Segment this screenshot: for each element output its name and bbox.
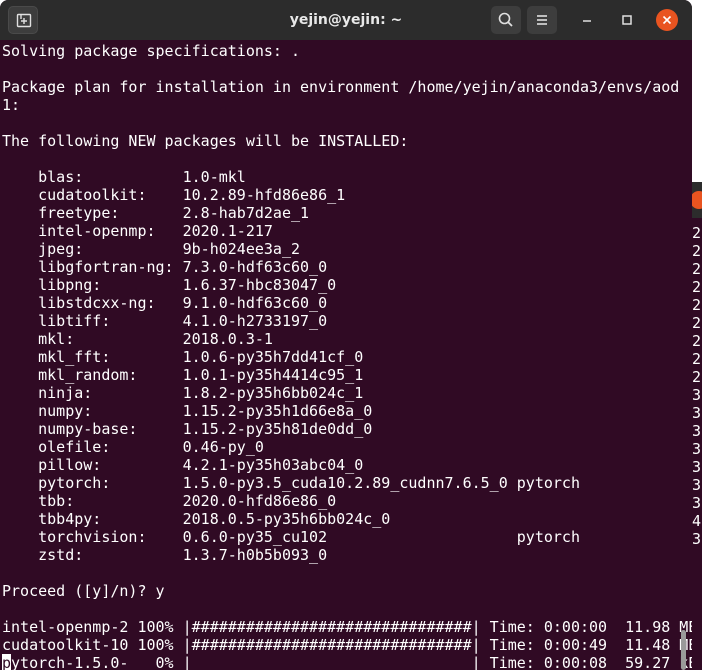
background-terminal-char: 4 xyxy=(692,512,702,530)
terminal-line: jpeg: 9b-h024ee3a_2 xyxy=(2,240,301,258)
terminal-window[interactable]: yejin@yejin: ~ Solving package specifica… xyxy=(0,0,692,670)
close-button[interactable] xyxy=(656,9,678,31)
terminal-line: intel-openmp-2 100% |###################… xyxy=(2,618,692,636)
terminal-cursor: p xyxy=(2,654,12,670)
terminal-line: mkl_fft: 1.0.6-py35h7dd41cf_0 xyxy=(2,348,364,366)
close-icon xyxy=(662,15,672,25)
terminal-line: olefile: 0.46-py_0 xyxy=(2,438,264,456)
background-terminal-char: 2 xyxy=(692,278,702,296)
terminal-line: libgfortran-ng: 7.3.0-hdf63c60_0 xyxy=(2,258,328,276)
minimize-icon xyxy=(583,20,591,22)
terminal-line: Proceed ([y]/n)? y xyxy=(2,582,165,600)
terminal-line: libpng: 1.6.37-hbc83047_0 xyxy=(2,276,337,294)
menu-button[interactable] xyxy=(527,6,557,34)
background-terminal-char: 3 xyxy=(692,530,702,548)
background-terminal-char: 2 xyxy=(692,260,702,278)
background-terminal-char: 3 xyxy=(692,440,702,458)
scrollbar-thumb[interactable] xyxy=(681,630,686,670)
terminal-line: 1: xyxy=(2,96,21,114)
terminal-line: cudatoolkit: 10.2.89-hfd86e86_1 xyxy=(2,186,346,204)
background-close-icon xyxy=(692,191,702,209)
background-terminal-char: 3 xyxy=(692,458,702,476)
terminal-line: Solving package specifications: . xyxy=(2,42,301,60)
background-terminal-char: 3 xyxy=(692,476,702,494)
terminal-line: numpy-base: 1.15.2-py35h81de0dd_0 xyxy=(2,420,373,438)
terminal-line: pytorch: 1.5.0-py3.5_cuda10.2.89_cudnn7.… xyxy=(2,474,580,492)
maximize-button[interactable] xyxy=(612,6,642,34)
terminal-line: ninja: 1.8.2-py35h6bb024c_1 xyxy=(2,384,364,402)
terminal-line: freetype: 2.8-hab7d2ae_1 xyxy=(2,204,310,222)
terminal-line: libstdcxx-ng: 9.1.0-hdf63c60_0 xyxy=(2,294,328,312)
background-terminal-window[interactable]: 222222222333333343 xyxy=(692,182,702,670)
terminal-line: Package plan for installation in environ… xyxy=(2,78,680,96)
terminal-line: tbb: 2020.0-hfd86e86_0 xyxy=(2,492,337,510)
terminal-line: libtiff: 4.1.0-h2733197_0 xyxy=(2,312,328,330)
progress-line-text: ytorch-1.5.0- 0% | | Time: 0:00:08 59.27… xyxy=(11,654,692,670)
background-title-bar xyxy=(692,182,702,218)
terminal-line: mkl_random: 1.0.1-py35h4414c95_1 xyxy=(2,366,364,384)
background-terminal-char: 3 xyxy=(692,494,702,512)
background-terminal-char: 2 xyxy=(692,332,702,350)
terminal-line: cudatoolkit-10 100% |###################… xyxy=(2,636,692,654)
background-terminal-char: 2 xyxy=(692,242,702,260)
background-terminal-char: 3 xyxy=(692,404,702,422)
terminal-line: intel-openmp: 2020.1-217 xyxy=(2,222,273,240)
background-terminal-char: 2 xyxy=(692,350,702,368)
hamburger-menu-icon xyxy=(537,15,547,25)
terminal-line: pillow: 4.2.1-py35h03abc04_0 xyxy=(2,456,364,474)
background-terminal-char: 2 xyxy=(692,314,702,332)
background-terminal-char: 3 xyxy=(692,422,702,440)
terminal-output[interactable]: Solving package specifications: . Package… xyxy=(2,42,692,670)
terminal-line-progress: pytorch-1.5.0- 0% | | Time: 0:00:08 59.2… xyxy=(2,654,692,670)
search-icon xyxy=(498,12,513,27)
terminal-line: zstd: 1.3.7-h0b5b093_0 xyxy=(2,546,328,564)
background-terminal-char: 3 xyxy=(692,386,702,404)
terminal-line: torchvision: 0.6.0-py35_cu102 pytorch xyxy=(2,528,580,546)
terminal-line: The following NEW packages will be INSTA… xyxy=(2,132,409,150)
terminal-line: blas: 1.0-mkl xyxy=(2,168,246,186)
title-bar[interactable]: yejin@yejin: ~ xyxy=(0,0,692,40)
background-terminal-char: 2 xyxy=(692,224,702,242)
maximize-icon xyxy=(622,15,632,25)
terminal-line: numpy: 1.15.2-py35h1d66e8a_0 xyxy=(2,402,373,420)
minimize-button[interactable] xyxy=(572,6,602,34)
terminal-line: mkl: 2018.0.3-1 xyxy=(2,330,273,348)
search-button[interactable] xyxy=(491,6,521,34)
background-terminal-char: 2 xyxy=(692,368,702,386)
background-terminal-text: 222222222333333343 xyxy=(692,224,701,548)
background-terminal-char: 2 xyxy=(692,296,702,314)
terminal-lines: Solving package specifications: . Package… xyxy=(2,42,692,654)
terminal-line: tbb4py: 2018.0.5-py35h6bb024c_0 xyxy=(2,510,391,528)
